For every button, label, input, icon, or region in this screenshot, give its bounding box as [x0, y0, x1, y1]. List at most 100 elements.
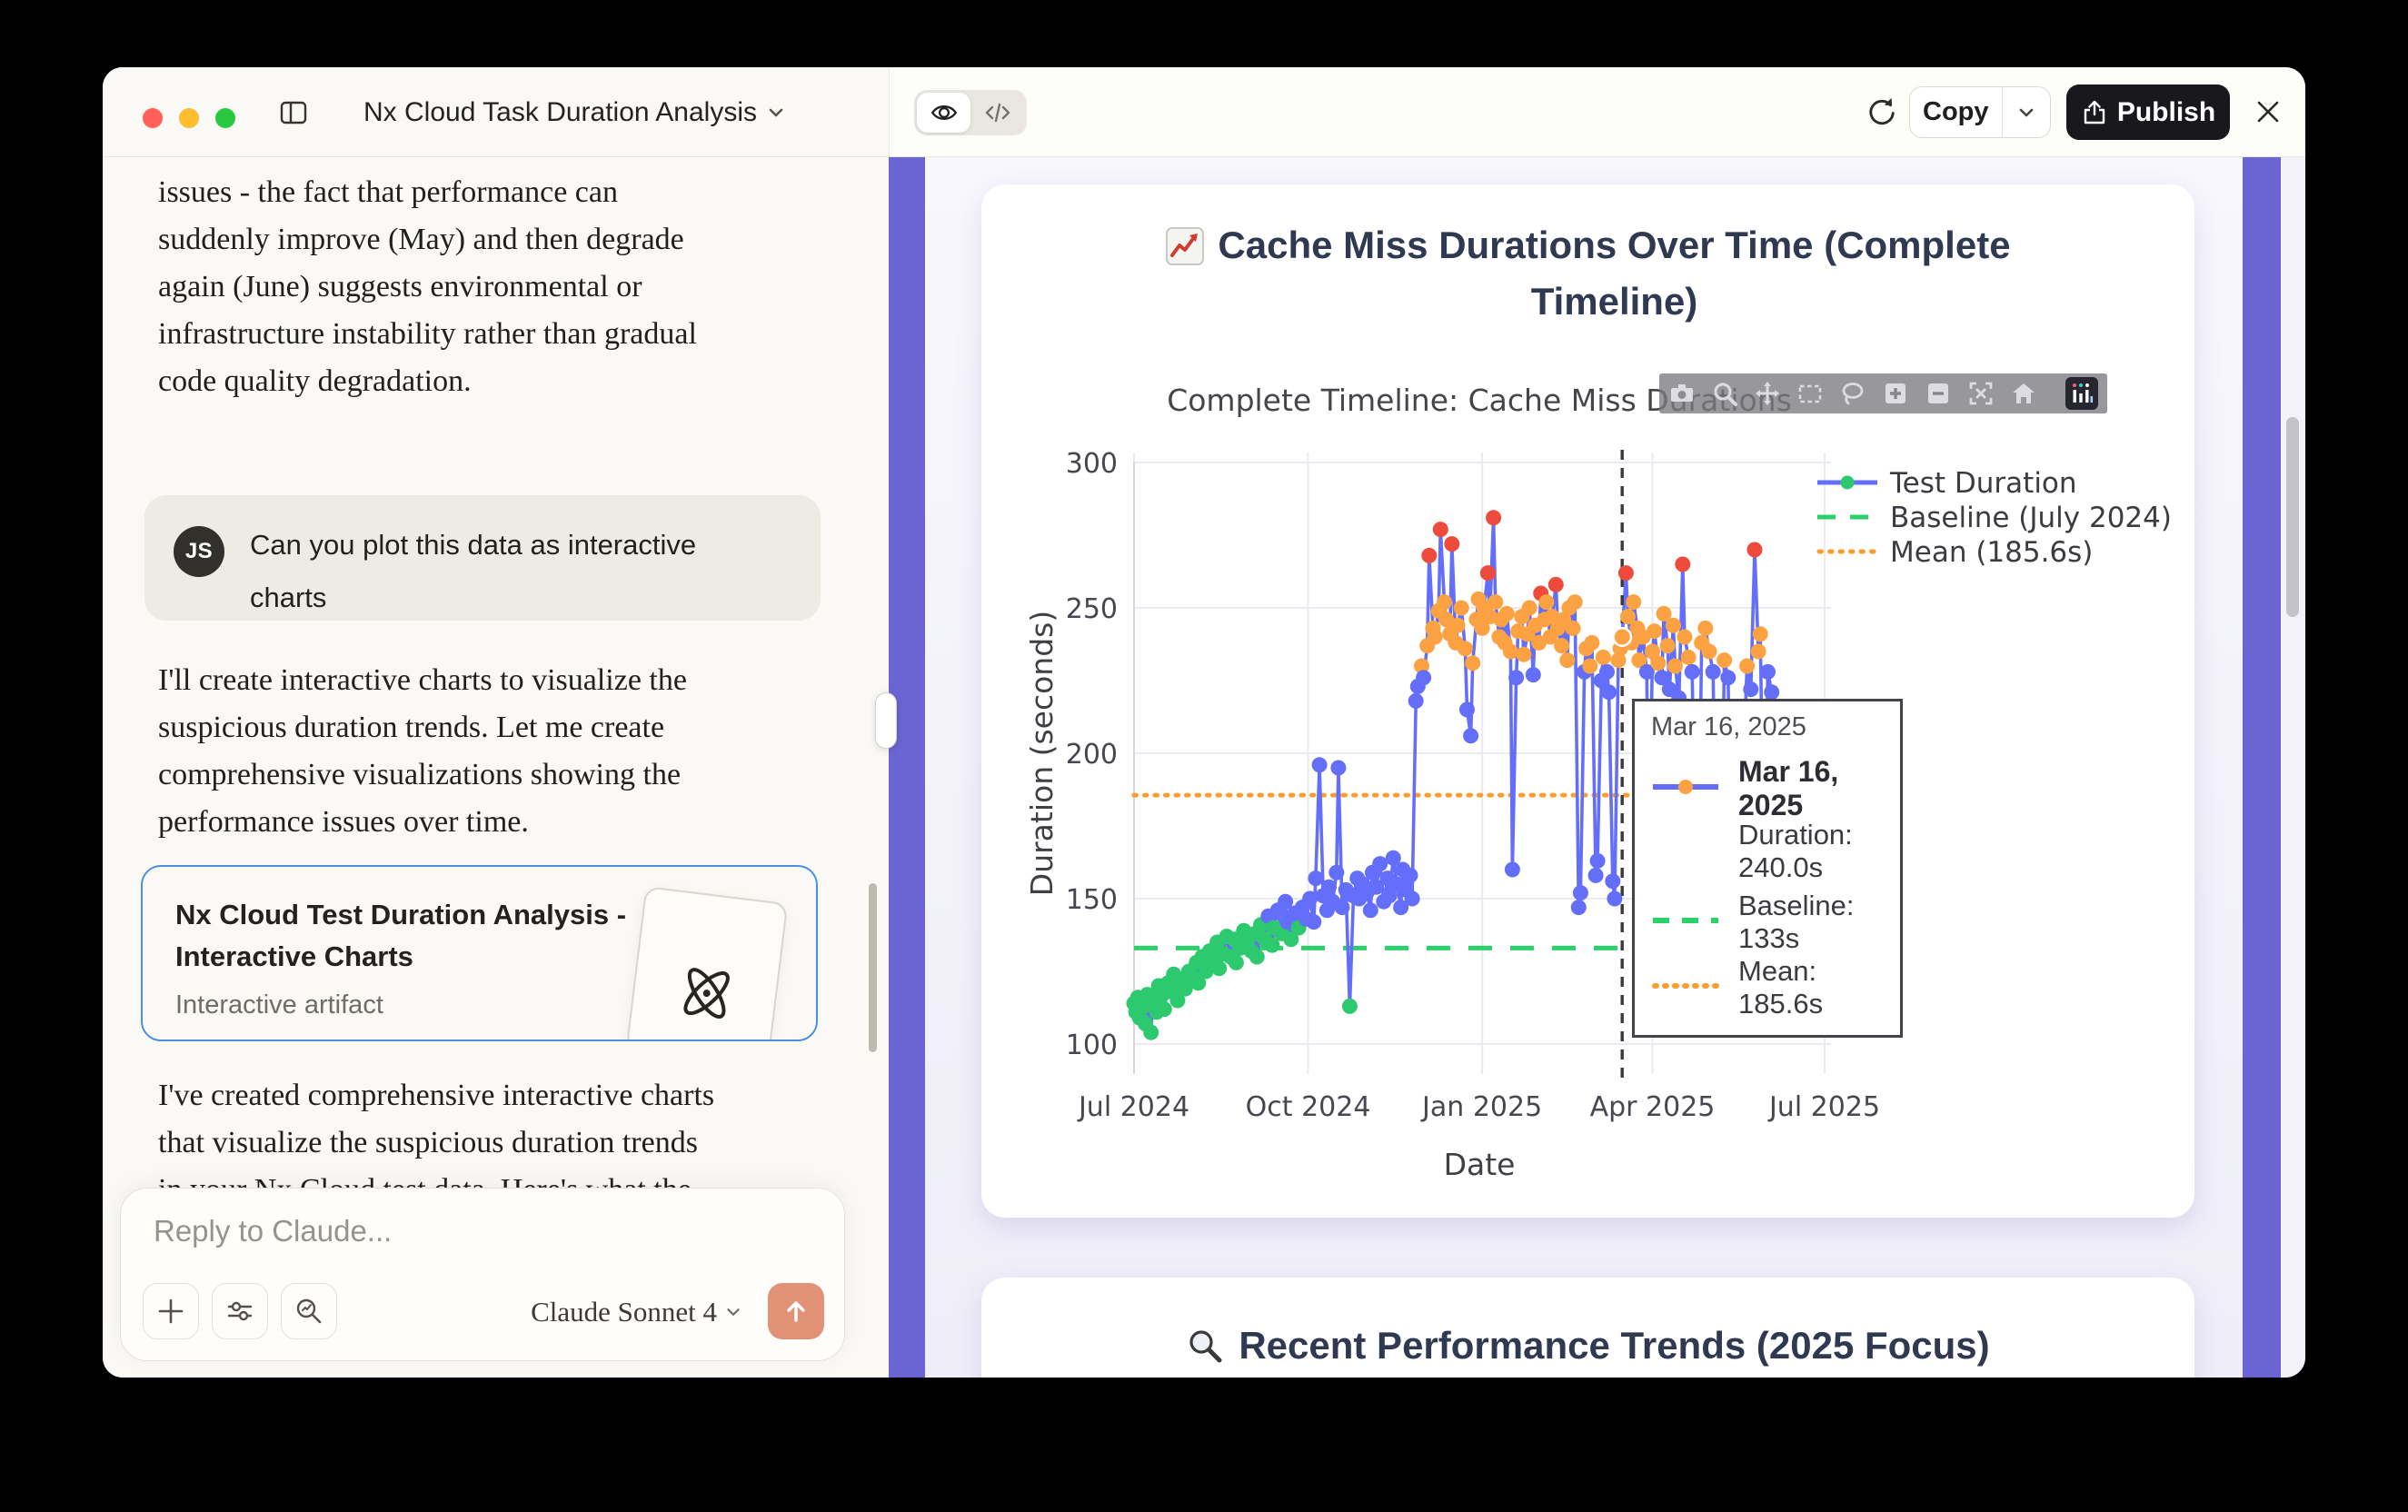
svg-text:150: 150 [1066, 884, 1118, 916]
tooltip-mean: Mean: 185.6s [1738, 955, 1884, 1020]
tooltip-mean-glyph [1651, 976, 1738, 1000]
chat-panel: Nx Cloud Task Duration Analysis issues -… [103, 67, 889, 1378]
copy-button-label: Copy [1910, 97, 2002, 127]
timeline-chart-card: Cache Miss Durations Over Time (Complete… [981, 184, 2194, 1218]
sliders-icon [224, 1296, 255, 1327]
code-icon [983, 100, 1012, 125]
search-trend-icon [294, 1296, 324, 1327]
artifact-card-title: Nx Cloud Test Duration Analysis - Intera… [175, 894, 626, 978]
close-artifact-button[interactable] [2251, 94, 2285, 129]
chart-tooltip: Mar 16, 2025 Mar 16, 2025 Duration: 240.… [1632, 699, 1903, 1038]
maximize-window-button[interactable] [215, 108, 235, 128]
artifact-scrollbar-thumb[interactable] [2286, 417, 2299, 617]
code-tab[interactable] [970, 93, 1024, 133]
model-name: Claude Sonnet 4 [531, 1296, 717, 1328]
svg-text:Jan 2025: Jan 2025 [1420, 1091, 1542, 1123]
publish-button[interactable]: Publish [2066, 85, 2230, 140]
svg-text:Baseline (July 2024): Baseline (July 2024) [1890, 502, 2172, 534]
tooltip-series-glyph [1651, 777, 1738, 801]
user-message-bubble: JS Can you plot this data as interactive… [144, 495, 821, 621]
chart-card-title: Cache Miss Durations Over Time (Complete… [981, 184, 2194, 330]
minimize-window-button[interactable] [179, 108, 199, 128]
svg-text:100: 100 [1066, 1030, 1118, 1061]
close-window-button[interactable] [143, 108, 163, 128]
atom-icon [662, 948, 752, 1039]
chat-scrollbar[interactable] [869, 883, 877, 1052]
trends-chart-card: Recent Performance Trends (2025 Focus) [981, 1278, 2194, 1378]
artifact-preview-card[interactable]: Nx Cloud Test Duration Analysis - Intera… [141, 865, 818, 1041]
autoscale-icon[interactable] [1967, 380, 1995, 407]
app-window: Nx Cloud Task Duration Analysis issues -… [103, 67, 2305, 1378]
zoom-icon[interactable] [1711, 380, 1738, 407]
svg-text:Apr 2025: Apr 2025 [1590, 1091, 1716, 1123]
svg-text:250: 250 [1066, 593, 1118, 625]
x-axis-title: Date [1444, 1147, 1516, 1182]
artifact-topbar: Copy Publish [889, 67, 2305, 157]
eye-icon [930, 100, 959, 125]
trends-card-title: Recent Performance Trends (2025 Focus) [981, 1278, 2194, 1374]
refresh-button[interactable] [1864, 94, 1900, 131]
tooltip-date: Mar 16, 2025 [1651, 712, 1884, 742]
artifact-thumbnail [626, 886, 789, 1041]
composer-placeholder[interactable]: Reply to Claude... [154, 1214, 392, 1248]
box-select-icon[interactable] [1796, 380, 1824, 407]
svg-text:300: 300 [1066, 448, 1118, 480]
chevron-down-icon [764, 101, 788, 124]
user-message-text: Can you plot this data as interactive ch… [250, 519, 795, 624]
artifact-card-subtitle: Interactive artifact [175, 990, 383, 1020]
share-icon [2081, 99, 2108, 126]
camera-icon[interactable] [1668, 380, 1696, 407]
svg-text:Jul 2025: Jul 2025 [1767, 1091, 1880, 1123]
preview-tab[interactable] [917, 93, 970, 133]
artifact-viewport: Cache Miss Durations Over Time (Complete… [889, 157, 2305, 1378]
tools-button[interactable] [212, 1283, 268, 1339]
plotly-modebar [1659, 373, 2107, 413]
chevron-down-icon [2015, 101, 2038, 124]
assistant-paragraph: issues - the fact that performance can s… [158, 169, 785, 405]
chat-header: Nx Cloud Task Duration Analysis [103, 67, 889, 157]
send-button[interactable] [768, 1283, 824, 1339]
model-selector[interactable]: Claude Sonnet 4 [531, 1296, 744, 1328]
timeline-chart[interactable]: Complete Timeline: Cache Miss Durations1… [981, 354, 2194, 1218]
arrow-up-icon [781, 1296, 811, 1327]
zoom-in-icon[interactable] [1882, 380, 1909, 407]
reset-axes-icon[interactable] [2010, 380, 2037, 407]
pan-icon[interactable] [1754, 380, 1781, 407]
chart-increasing-icon [1165, 226, 1205, 266]
attach-button[interactable] [143, 1283, 199, 1339]
y-axis-title: Duration (seconds) [1024, 611, 1060, 896]
magnifier-icon [1186, 1327, 1226, 1367]
chart-title-text: Cache Miss Durations Over Time (Complete… [1218, 217, 2010, 330]
svg-text:200: 200 [1066, 739, 1118, 771]
svg-text:Oct 2024: Oct 2024 [1246, 1091, 1371, 1123]
copy-button[interactable]: Copy [1909, 86, 2051, 138]
conversation-title-label: Nx Cloud Task Duration Analysis [363, 97, 757, 127]
publish-button-label: Publish [2117, 97, 2215, 128]
conversation-title[interactable]: Nx Cloud Task Duration Analysis [363, 97, 781, 128]
chart-legend[interactable]: Test DurationBaseline (July 2024)Mean (1… [1817, 467, 2172, 569]
preview-code-toggle [914, 90, 1027, 135]
tooltip-date-bold: Mar 16, 2025 [1738, 755, 1884, 822]
trends-title-text: Recent Performance Trends (2025 Focus) [1239, 1318, 1989, 1374]
svg-text:Mean (185.6s): Mean (185.6s) [1890, 536, 2093, 569]
tooltip-baseline-glyph [1651, 910, 1738, 935]
screen-background: Nx Cloud Task Duration Analysis issues -… [0, 0, 2408, 1512]
svg-text:Jul 2024: Jul 2024 [1077, 1091, 1189, 1123]
reply-composer[interactable]: Reply to Claude... Claude Sonnet 4 [120, 1188, 845, 1361]
plotly-logo-icon[interactable] [2065, 377, 2098, 410]
sidebar-toggle-icon[interactable] [279, 98, 308, 127]
panel-resize-handle[interactable] [875, 692, 897, 749]
plus-icon [155, 1296, 186, 1327]
close-icon [2251, 94, 2285, 129]
copy-dropdown-button[interactable] [2003, 101, 2050, 124]
refresh-icon [1864, 94, 1900, 131]
research-button[interactable] [281, 1283, 337, 1339]
tooltip-baseline: Baseline: 133s [1738, 890, 1884, 955]
lasso-icon[interactable] [1839, 380, 1866, 407]
svg-text:Test Duration: Test Duration [1889, 467, 2077, 500]
assistant-paragraph: I'll create interactive charts to visual… [158, 657, 794, 846]
tooltip-duration: Duration: 240.0s [1738, 819, 1884, 884]
zoom-out-icon[interactable] [1925, 380, 1952, 407]
artifact-scrollbar-track[interactable] [2281, 157, 2305, 1378]
artifact-panel: Copy Publish [889, 67, 2305, 1378]
